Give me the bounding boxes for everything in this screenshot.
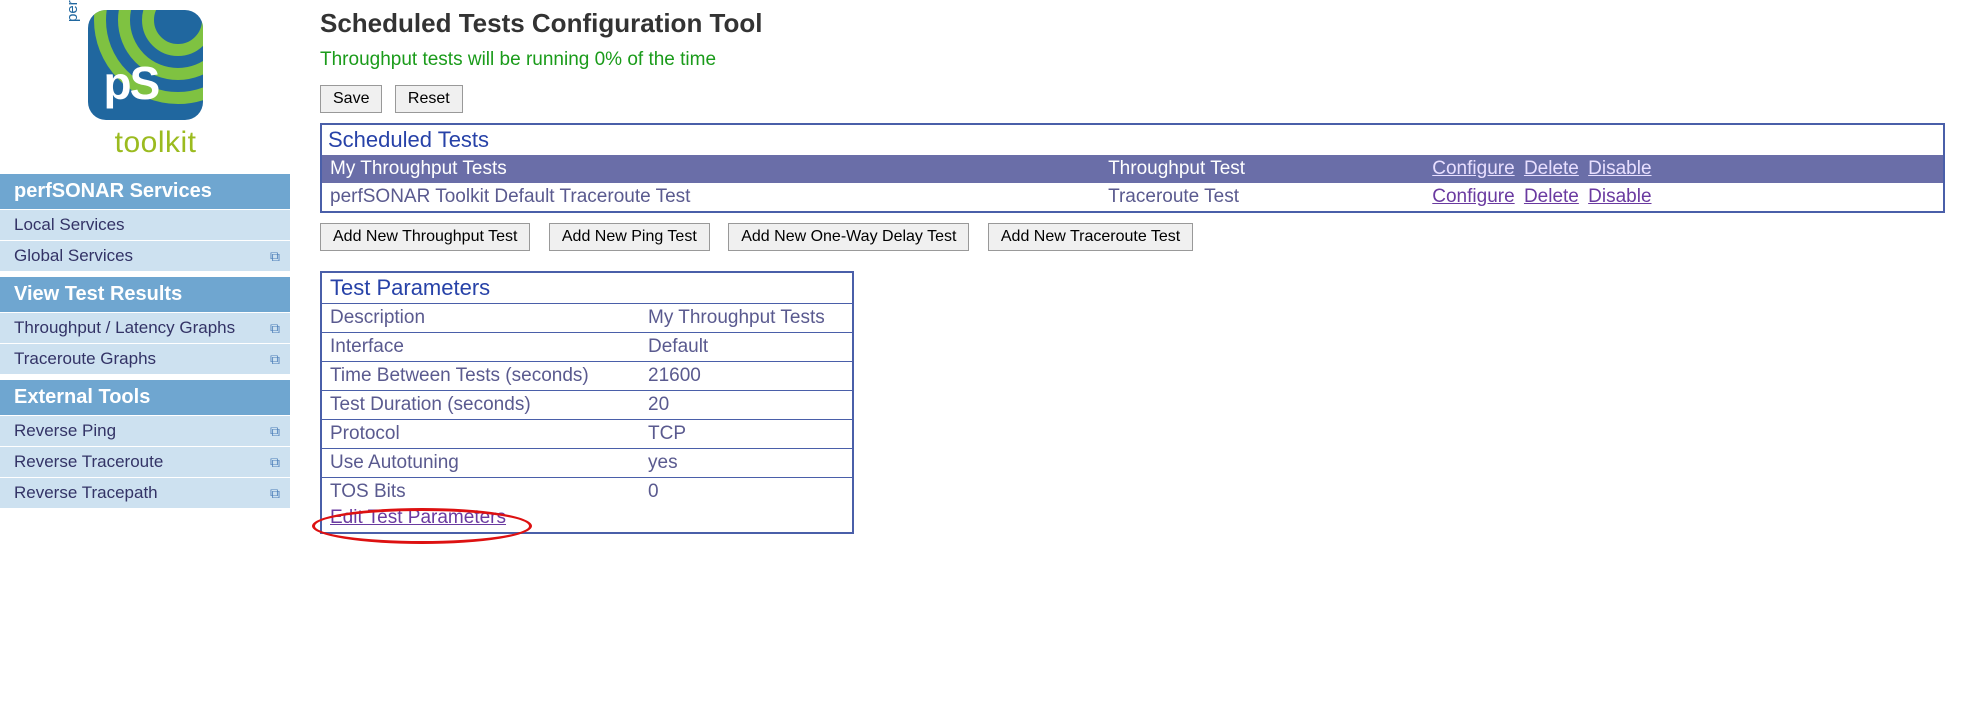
- test-actions-cell: Configure Delete Disable: [1424, 183, 1943, 211]
- nav-section-header: perfSONAR Services: [0, 174, 290, 209]
- test-name-cell: My Throughput Tests: [322, 155, 1100, 183]
- nav-item-label: Local Services: [14, 215, 125, 235]
- external-link-icon: ⧉: [270, 454, 280, 471]
- logo-ps-text: pS: [104, 56, 159, 110]
- parameter-label: Interface: [322, 333, 640, 362]
- disable-link[interactable]: Disable: [1588, 158, 1651, 179]
- configure-link[interactable]: Configure: [1432, 158, 1514, 179]
- scheduled-test-row[interactable]: My Throughput TestsThroughput TestConfig…: [322, 155, 1943, 183]
- page-title: Scheduled Tests Configuration Tool: [320, 8, 1945, 39]
- nav-item[interactable]: Local Services: [0, 209, 290, 240]
- parameter-row: Use Autotuningyes: [322, 449, 852, 478]
- parameter-label: Use Autotuning: [322, 449, 640, 478]
- logo-toolkit-text: toolkit: [88, 126, 203, 160]
- nav-item[interactable]: Reverse Ping ⧉: [0, 415, 290, 446]
- parameter-value: TCP: [640, 420, 852, 449]
- parameter-label: Time Between Tests (seconds): [322, 362, 640, 391]
- logo: pS performance toolkit: [0, 0, 290, 168]
- parameter-label: Description: [322, 304, 640, 333]
- parameter-label: Protocol: [322, 420, 640, 449]
- edit-test-parameters-link[interactable]: Edit Test Parameters: [322, 506, 514, 532]
- del-link[interactable]: Delete: [1524, 186, 1579, 207]
- parameter-row: ProtocolTCP: [322, 420, 852, 449]
- test-name-cell: perfSONAR Toolkit Default Traceroute Tes…: [322, 183, 1100, 211]
- scheduled-tests-title: Scheduled Tests: [322, 125, 1943, 155]
- parameter-value: 21600: [640, 362, 852, 391]
- add-throughput-test-button[interactable]: Add New Throughput Test: [320, 223, 530, 251]
- test-type-cell: Throughput Test: [1100, 155, 1424, 183]
- nav-item-label: Throughput / Latency Graphs: [14, 318, 235, 338]
- external-link-icon: ⧉: [270, 423, 280, 440]
- external-link-icon: ⧉: [270, 248, 280, 265]
- save-button[interactable]: Save: [320, 85, 382, 113]
- disable-link[interactable]: Disable: [1588, 186, 1651, 207]
- nav-item[interactable]: Global Services ⧉: [0, 240, 290, 271]
- parameter-value: 0: [640, 478, 852, 507]
- parameter-label: TOS Bits: [322, 478, 640, 507]
- main-content: Scheduled Tests Configuration Tool Throu…: [290, 0, 1971, 534]
- parameter-label: Test Duration (seconds): [322, 391, 640, 420]
- del-link[interactable]: Delete: [1524, 158, 1579, 179]
- sidebar: pS performance toolkit perfSONAR Service…: [0, 0, 290, 508]
- test-parameters-title: Test Parameters: [322, 273, 852, 303]
- test-actions-cell: Configure Delete Disable: [1424, 155, 1943, 183]
- nav-item-label: Global Services: [14, 246, 133, 266]
- nav-item-label: Reverse Tracepath: [14, 483, 158, 503]
- logo-performance-text: performance: [64, 0, 81, 22]
- add-owd-test-button[interactable]: Add New One-Way Delay Test: [728, 223, 969, 251]
- nav-item-label: Reverse Traceroute: [14, 452, 163, 472]
- test-type-cell: Traceroute Test: [1100, 183, 1424, 211]
- parameter-row: TOS Bits0: [322, 478, 852, 507]
- parameter-value: 20: [640, 391, 852, 420]
- add-traceroute-test-button[interactable]: Add New Traceroute Test: [988, 223, 1193, 251]
- scheduled-tests-panel: Scheduled Tests My Throughput TestsThrou…: [320, 123, 1945, 213]
- nav-section-header: External Tools: [0, 380, 290, 415]
- parameter-value: yes: [640, 449, 852, 478]
- nav-item[interactable]: Traceroute Graphs ⧉: [0, 343, 290, 374]
- configure-link[interactable]: Configure: [1432, 186, 1514, 207]
- parameter-row: Test Duration (seconds)20: [322, 391, 852, 420]
- add-ping-test-button[interactable]: Add New Ping Test: [549, 223, 710, 251]
- parameter-row: Time Between Tests (seconds)21600: [322, 362, 852, 391]
- external-link-icon: ⧉: [270, 320, 280, 337]
- parameter-value: My Throughput Tests: [640, 304, 852, 333]
- nav-item[interactable]: Reverse Tracepath ⧉: [0, 477, 290, 508]
- parameter-row: InterfaceDefault: [322, 333, 852, 362]
- parameter-value: Default: [640, 333, 852, 362]
- external-link-icon: ⧉: [270, 485, 280, 502]
- nav-item-label: Reverse Ping: [14, 421, 116, 441]
- reset-button[interactable]: Reset: [395, 85, 463, 113]
- external-link-icon: ⧉: [270, 351, 280, 368]
- throughput-status-line: Throughput tests will be running 0% of t…: [320, 49, 1945, 71]
- scheduled-test-row[interactable]: perfSONAR Toolkit Default Traceroute Tes…: [322, 183, 1943, 211]
- test-parameters-panel: Test Parameters DescriptionMy Throughput…: [320, 271, 854, 534]
- parameter-row: DescriptionMy Throughput Tests: [322, 304, 852, 333]
- nav-item[interactable]: Reverse Traceroute ⧉: [0, 446, 290, 477]
- nav-item[interactable]: Throughput / Latency Graphs ⧉: [0, 312, 290, 343]
- nav-section-header: View Test Results: [0, 277, 290, 312]
- nav-item-label: Traceroute Graphs: [14, 349, 156, 369]
